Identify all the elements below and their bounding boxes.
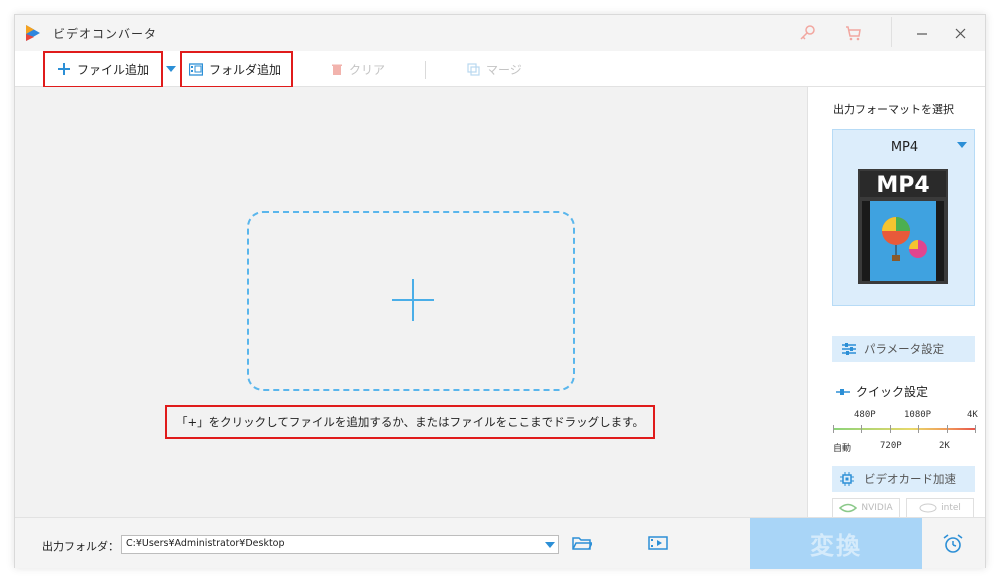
app-title: ビデオコンバータ (53, 27, 158, 41)
add-folder-label: フォルダ追加 (209, 62, 282, 77)
chevron-down-icon (957, 142, 967, 148)
plus-icon (58, 63, 70, 75)
output-folder-label: 出力フォルダ： (42, 540, 119, 553)
intel-label: intel (941, 503, 961, 513)
output-format-title: 出力フォーマットを選択 (833, 103, 954, 116)
output-folder-field[interactable]: C:¥Users¥Administrator¥Desktop (121, 535, 559, 554)
bottom-bar: 出力フォルダ： C:¥Users¥Administrator¥Desktop 変… (15, 517, 985, 569)
key-icon[interactable] (797, 23, 817, 43)
quick-label-2k: 2K (939, 441, 950, 451)
cart-icon[interactable] (843, 23, 863, 43)
quick-settings-label: クイック設定 (856, 385, 929, 399)
minimize-icon[interactable] (912, 23, 932, 43)
merge-label: マージ (486, 62, 522, 77)
drop-hint: 「+」をクリックしてファイルを追加するか、またはファイルをここまでドラッグします… (165, 405, 655, 439)
nvidia-label: NVIDIA (861, 503, 893, 513)
merge-icon (467, 62, 480, 76)
drop-zone[interactable] (247, 211, 575, 391)
slider-tick (890, 425, 891, 433)
slider-tick (918, 425, 919, 433)
chevron-down-icon[interactable] (166, 66, 176, 73)
chip-icon (840, 472, 854, 486)
toolbar-separator (425, 61, 426, 79)
format-name: MP4 (890, 140, 919, 155)
quick-label-auto: 自動 (833, 444, 852, 454)
quick-label-720p: 720P (880, 441, 902, 451)
gpu-acceleration-button[interactable]: ビデオカード加速 (832, 466, 975, 492)
video-output-icon[interactable] (648, 535, 668, 551)
title-bar: ビデオコンバータ (15, 15, 985, 51)
slider-tick (833, 425, 834, 433)
add-file-button[interactable]: ファイル追加 (57, 51, 149, 87)
nvidia-option[interactable]: NVIDIA (832, 498, 900, 518)
clear-label: クリア (349, 62, 386, 77)
mp4-format-icon: MP4 (858, 169, 948, 284)
parameter-settings-label: パラメータ設定 (864, 342, 945, 356)
intel-logo-icon (919, 503, 937, 513)
sliders-icon (842, 343, 856, 355)
output-format-panel: 出力フォーマットを選択 MP4 MP4 パラメータ設定 クイック設定 480P … (807, 87, 985, 518)
mp4-format-icon-text: MP4 (876, 173, 929, 198)
titlebar-separator (891, 17, 892, 47)
add-file-label: ファイル追加 (77, 62, 150, 77)
convert-button[interactable]: 変換 (750, 518, 922, 569)
trash-icon (332, 64, 342, 75)
app-logo-icon (26, 25, 40, 41)
merge-button[interactable]: マージ (467, 51, 522, 87)
quick-label-480p: 480P (854, 410, 876, 420)
toolbar: ファイル追加 フォルダ追加 クリア マージ (15, 51, 985, 88)
slider-tick (861, 425, 862, 433)
parameter-settings-button[interactable]: パラメータ設定 (832, 336, 975, 362)
slider-tick (947, 425, 948, 433)
output-folder-path: C:¥Users¥Administrator¥Desktop (126, 538, 285, 549)
alarm-clock-icon[interactable] (942, 533, 964, 555)
quick-settings-title: クイック設定 (836, 383, 928, 400)
quick-label-1080p: 1080P (904, 410, 932, 420)
quick-slider-icon (836, 388, 850, 395)
slider-tick (975, 425, 976, 433)
folder-film-icon (189, 62, 203, 76)
add-plus-icon (412, 279, 414, 321)
gpu-acceleration-label: ビデオカード加速 (864, 472, 956, 486)
app-window: ビデオコンバータ ファイル追加 フォルダ追加 クリア マージ 「+」をクリックし… (14, 14, 986, 569)
format-selector[interactable]: MP4 MP4 (832, 129, 975, 306)
nvidia-logo-icon (839, 503, 858, 513)
file-drop-area[interactable]: 「+」をクリックしてファイルを追加するか、またはファイルをここまでドラッグします… (15, 87, 807, 517)
close-icon[interactable] (951, 23, 971, 43)
open-folder-icon[interactable] (572, 535, 592, 551)
add-folder-button[interactable]: フォルダ追加 (189, 51, 281, 87)
chevron-down-icon[interactable] (545, 542, 555, 548)
clear-button[interactable]: クリア (331, 51, 385, 87)
quality-slider[interactable] (833, 428, 976, 430)
drop-hint-text: 「+」をクリックしてファイルを追加するか、またはファイルをここまでドラッグします… (176, 415, 644, 429)
quick-label-4k: 4K (967, 410, 978, 420)
intel-option[interactable]: intel (906, 498, 974, 518)
